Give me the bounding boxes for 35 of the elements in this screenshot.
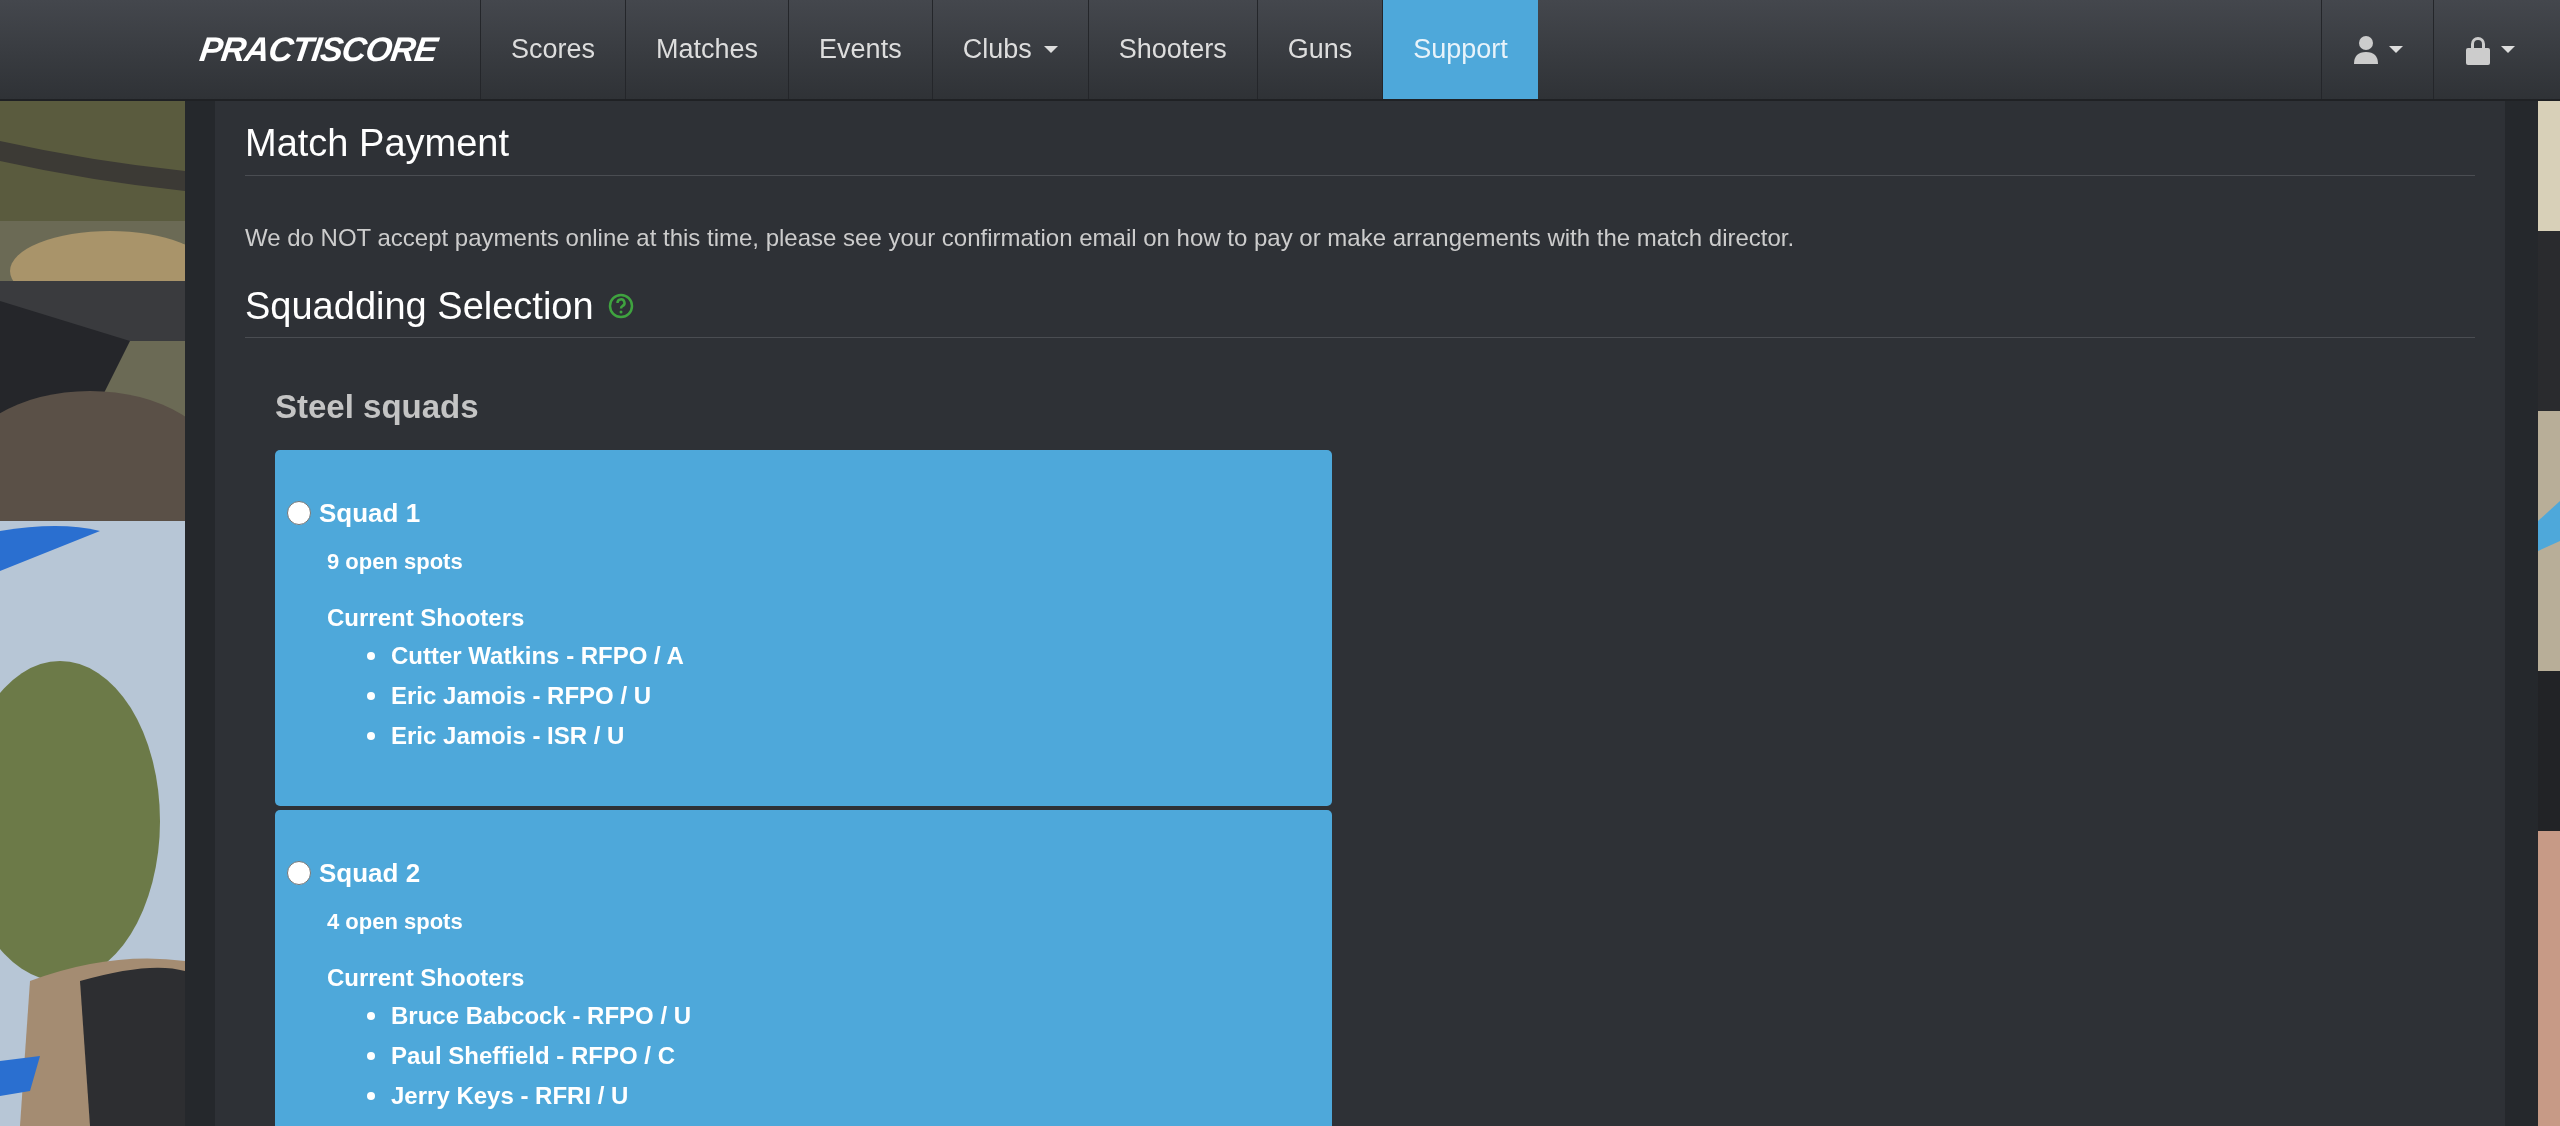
radio-button[interactable]: [287, 861, 311, 886]
shooter-entry: Paul Sheffield - RFPO / C: [391, 1040, 676, 1071]
user-icon: [2352, 34, 2379, 65]
caret-icon: [2500, 46, 2515, 53]
bullet-icon: [367, 691, 375, 700]
section-heading: Match Payment: [245, 121, 509, 166]
open-spots: 4 open spots: [327, 907, 464, 936]
shooter-entry: Eric Jamois - ISR / U: [391, 720, 625, 751]
shooters-label: Current Shooters: [327, 602, 526, 633]
nav-item[interactable]: Shooters: [1087, 0, 1257, 99]
lock-icon: [2464, 34, 2491, 65]
shooter-entry: Eric Jamois - RFPO / U: [391, 680, 652, 711]
shooters-label: Current Shooters: [327, 962, 526, 993]
shooter-entry: Bruce Babcock - RFPO / U: [391, 1000, 692, 1031]
section-heading: Squadding Selection: [245, 283, 594, 329]
squad-group-title: Steel squads: [275, 387, 480, 428]
squad-name: Squad 1: [319, 496, 421, 530]
nav-item[interactable]: Scores: [480, 0, 626, 99]
nav-item[interactable]: Matches: [625, 0, 789, 99]
payment-notice: We do NOT accept payments online at this time, please see your confirmation email on how to pay or make arrangements with the match director.: [245, 222, 1796, 253]
open-spots: 9 open spots: [327, 547, 464, 576]
bullet-icon: [367, 1091, 375, 1100]
shooter-entry: Jerry Keys - RFRI / U: [391, 1080, 629, 1111]
radio-button[interactable]: [287, 501, 311, 526]
nav-item[interactable]: Events: [788, 0, 932, 99]
caret-icon: [1043, 46, 1058, 53]
bullet-icon: [367, 1011, 375, 1020]
shooter-entry: Cutter Watkins - RFPO / A: [391, 640, 684, 671]
bullet-icon: [367, 651, 375, 660]
caret-icon: [2388, 46, 2403, 53]
bullet-icon: [367, 731, 375, 740]
nav-item[interactable]: Clubs: [931, 0, 1088, 99]
help-icon[interactable]: [607, 293, 634, 320]
bullet-icon: [367, 1051, 375, 1060]
squad-name: Squad 2: [319, 856, 421, 890]
